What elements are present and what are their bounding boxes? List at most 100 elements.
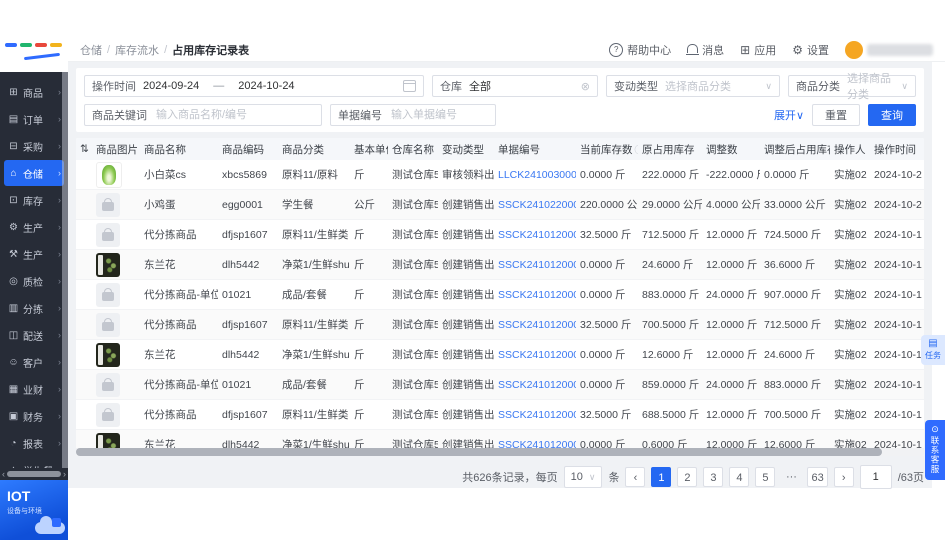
sidebar-hscroll-thumb[interactable] — [7, 471, 61, 477]
sidebar-item-sorting[interactable]: ▥ 分拣 › — [4, 295, 64, 321]
page-button-2[interactable]: 2 — [677, 467, 698, 487]
filter-row-1: 操作时间 2024-09-24 — 2024-10-24 仓库 全部 ⊗ 变动类… — [84, 73, 916, 101]
apps-button[interactable]: ⊞ 应用 — [740, 42, 776, 58]
contact-support-button[interactable]: ⊙ 联系客服 — [925, 420, 945, 480]
clear-icon[interactable]: ⊗ — [581, 80, 590, 93]
cell-current: 32.5000 斤 — [576, 219, 638, 250]
column-header-select[interactable]: ⇅ — [76, 138, 92, 160]
date-range-field[interactable]: 操作时间 2024-09-24 — 2024-10-24 — [84, 75, 424, 97]
category-select[interactable]: 商品分类 选择商品分类 ∨ — [788, 73, 916, 101]
next-page-button[interactable]: › — [833, 467, 854, 487]
iot-banner[interactable]: IOT 设备与环境 — [0, 480, 68, 540]
app-logo — [0, 38, 68, 72]
page-button-63[interactable]: 63 — [807, 467, 828, 487]
scroll-left-icon[interactable]: ‹ — [2, 469, 5, 479]
column-header-current: 当前库存数ⓘ — [576, 138, 638, 160]
cell-name: 代分拣商品-单位换算 — [140, 279, 218, 310]
date-range-label: 操作时间 — [92, 81, 136, 93]
page-button-1[interactable]: 1 — [651, 467, 672, 487]
sidebar-hscrollbar: ‹ › — [0, 468, 68, 480]
change-type-select[interactable]: 变动类型 选择商品分类 ∨ — [606, 75, 780, 97]
keyword-label: 商品关键词 — [92, 110, 147, 122]
doc-number-input[interactable] — [389, 108, 488, 122]
cell-time: 2024-10-1 — [870, 249, 924, 280]
chevron-right-icon: › — [58, 438, 61, 448]
keyword-input[interactable] — [154, 108, 314, 122]
sidebar-item-purchase[interactable]: ⊟ 采购 › — [4, 133, 64, 159]
keyword-field[interactable]: 商品关键词 — [84, 104, 322, 126]
doc-number-link[interactable]: SSCK24101200003 — [498, 319, 576, 331]
sidebar-item-biz-finance[interactable]: ▦ 业财 › — [4, 376, 64, 402]
breadcrumb-item[interactable]: 仓储 — [80, 42, 102, 58]
doc-number-link[interactable]: SSCK24101200002 — [498, 409, 576, 421]
sidebar-item-customers[interactable]: ☺ 客户 › — [4, 349, 64, 375]
cell-doc-no: SSCK24101200002 — [494, 369, 576, 400]
user-menu[interactable] — [845, 40, 933, 59]
cell-select — [76, 249, 92, 280]
cell-doc-no: SSCK24101200002 — [494, 339, 576, 370]
prev-page-button[interactable]: ‹ — [625, 467, 646, 487]
horizontal-scrollbar[interactable] — [76, 448, 924, 456]
warehouse-label: 仓库 — [440, 81, 462, 93]
cell-time: 2024-10-1 — [870, 309, 924, 340]
chevron-right-icon: › — [58, 384, 61, 394]
scroll-right-icon[interactable]: › — [63, 469, 66, 479]
date-end-value[interactable]: 2024-10-24 — [238, 80, 294, 92]
page-button-4[interactable]: 4 — [729, 467, 750, 487]
sidebar-item-production[interactable]: ⚙ 生产 › — [4, 214, 64, 240]
page-size-select[interactable]: 10 ∨ — [563, 466, 603, 488]
doc-number-link[interactable]: SSCK24101200002 — [498, 349, 576, 361]
doc-number-link[interactable]: SSCK24102200001 — [498, 199, 576, 211]
cell-after: 24.6000 斤 — [760, 339, 830, 370]
cell-operator: 实施02 — [830, 369, 870, 400]
cell-warehouse: 测试仓库5 — [388, 369, 438, 400]
main-content: 操作时间 2024-09-24 — 2024-10-24 仓库 全部 ⊗ 变动类… — [68, 62, 932, 489]
cell-select — [76, 399, 92, 430]
page-button-3[interactable]: 3 — [703, 467, 724, 487]
doc-number-link[interactable]: SSCK24101200004 — [498, 229, 576, 241]
sidebar-item-warehouse[interactable]: ⌂ 仓储 › — [4, 160, 64, 186]
cell-image — [92, 399, 140, 430]
date-start-value[interactable]: 2024-09-24 — [143, 80, 199, 92]
inventory-icon: ⊡ — [9, 194, 18, 206]
chat-icon: ⊙ — [931, 424, 939, 434]
doc-number-link[interactable]: SSCK24101200003 — [498, 289, 576, 301]
cell-warehouse: 测试仓库5 — [388, 279, 438, 310]
sidebar-item-goods[interactable]: ⊞ 商品 › — [4, 79, 64, 105]
breadcrumb-item[interactable]: 库存流水 — [115, 42, 159, 58]
sidebar-item-inventory[interactable]: ⊡ 库存 › — [4, 187, 64, 213]
sidebar-item-quality-check[interactable]: ◎ 质检 › — [4, 268, 64, 294]
doc-number-link[interactable]: LLCK24100300001 — [498, 169, 576, 181]
chevron-down-icon: ∨ — [901, 80, 908, 91]
cell-category: 原料11/原料 — [278, 160, 350, 190]
search-button[interactable]: 查询 — [868, 104, 916, 126]
cell-time: 2024-10-1 — [870, 369, 924, 400]
page-jump-input[interactable] — [859, 465, 892, 489]
doc-number-link[interactable]: SSCK24101200003 — [498, 259, 576, 271]
doc-number-link[interactable]: SSCK24101200002 — [498, 379, 576, 391]
cell-adjust: 12.0000 斤 — [702, 399, 760, 430]
reset-button[interactable]: 重置 — [812, 104, 860, 126]
sidebar-item-reports[interactable]: ◔ 报表 › — [4, 430, 64, 456]
cell-unit: 公斤 — [350, 189, 388, 220]
hscroll-thumb[interactable] — [76, 448, 882, 456]
cell-unit: 斤 — [350, 339, 388, 370]
help-center-button[interactable]: ? 帮助中心 — [609, 42, 671, 58]
cell-time: 2024-10-2 — [870, 189, 924, 220]
sidebar-item-production-2[interactable]: ⚒ 生产 › — [4, 241, 64, 267]
sidebar-item-delivery[interactable]: ◫ 配送 › — [4, 322, 64, 348]
doc-number-field[interactable]: 单据编号 — [330, 104, 496, 126]
page-button-5[interactable]: 5 — [755, 467, 776, 487]
settings-button[interactable]: ⚙ 设置 — [792, 42, 829, 58]
tasks-floating-button[interactable]: ▤ 任务 — [921, 335, 945, 365]
cell-image — [92, 309, 140, 340]
sidebar-item-finance[interactable]: ▣ 财务 › — [4, 403, 64, 429]
cell-image — [92, 189, 140, 220]
calendar-icon — [403, 80, 416, 92]
page-ellipsis[interactable]: ··· — [781, 467, 801, 487]
warehouse-select[interactable]: 仓库 全部 ⊗ — [432, 75, 598, 97]
cell-code: 01021 — [218, 279, 278, 310]
messages-button[interactable]: 消息 — [686, 42, 724, 58]
expand-link[interactable]: 展开∨ — [774, 107, 804, 123]
sidebar-item-orders[interactable]: ▤ 订单 › — [4, 106, 64, 132]
